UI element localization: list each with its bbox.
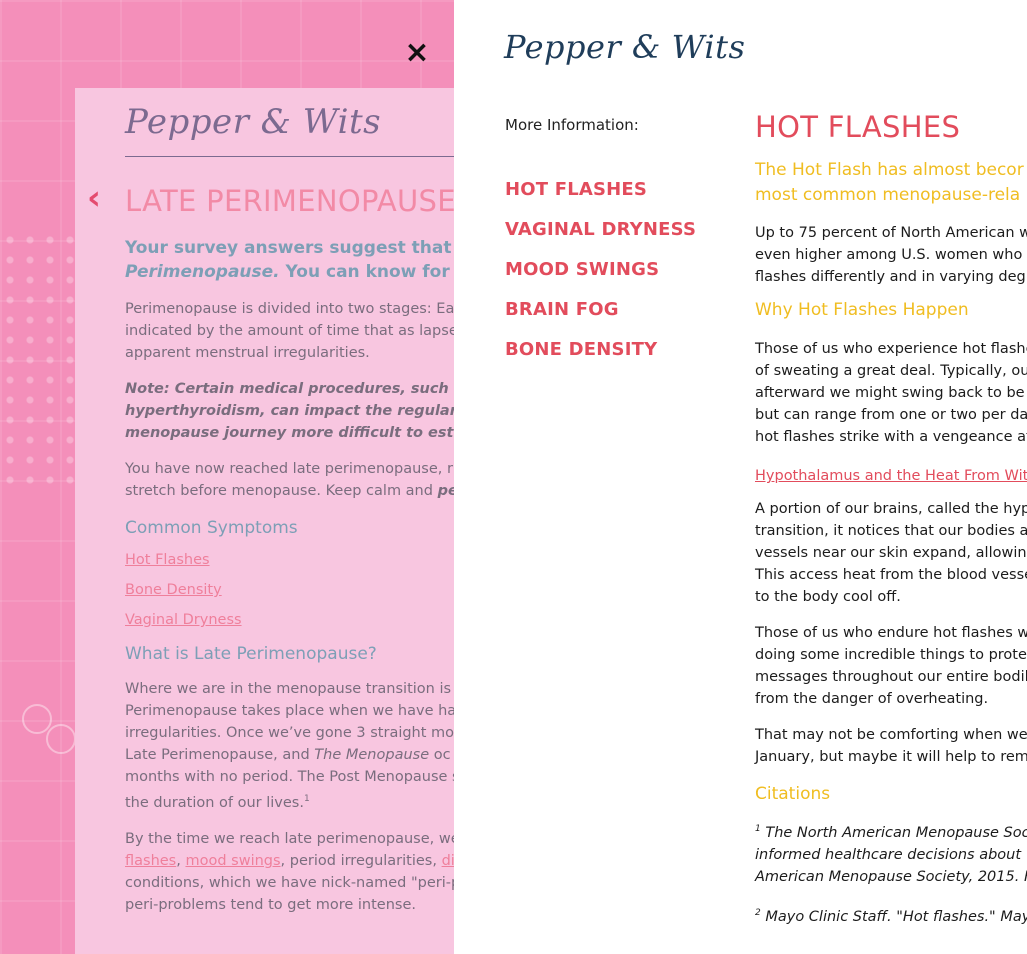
text-line: menopause journey more difficult to esti… [125,425,454,441]
why-heading: Why Hot Flashes Happen [755,300,969,320]
link-hot-flashes[interactable]: flashes [125,853,176,869]
background-ring [22,704,52,734]
text-italic: pe [437,483,454,499]
article-paragraph: Those of us who experience hot flashe of… [755,338,1027,448]
text-line: vessels near our skin expand, allowing [755,545,1027,561]
card-lead-line: Your survey answers suggest that you [125,238,454,258]
panel-logo: Pepper & Wits [504,28,746,66]
text-line: Where we are in the menopause transition… [125,681,454,697]
card-paragraph: Where we are in the menopause transition… [125,678,454,814]
text-line: apparent menstrual irregularities. [125,345,370,361]
text-line: This access heat from the blood vesse [755,567,1027,583]
text-line: stretch before menopause. Keep calm and [125,483,438,499]
text-line: peri-problems tend to get more intense. [125,896,416,913]
text-line: indicated by the amount of time that as … [125,323,454,339]
close-icon[interactable]: × [402,38,432,68]
text-line: informed healthcare decisions about [755,846,1022,863]
citations-heading: Citations [755,784,831,804]
text-line: months with no period. The Post Menopaus… [125,769,454,785]
text-line: oc [429,747,451,763]
text-line: You have now reached late perimenopause,… [125,461,453,477]
card-lead-italic: Perimenopause. [125,262,280,282]
text-line: afterward we might swing back to be [755,385,1025,401]
text-line: even higher among U.S. women who [755,247,1023,263]
text-line: That may not be comforting when we [755,727,1027,743]
citation: 2 Mayo Clinic Staff. "Hot flashes." May [755,902,1027,928]
text-line: By the time we reach late perimenopause,… [125,830,454,847]
symptom-link-hot-flashes[interactable]: Hot Flashes [125,552,454,568]
article-paragraph: Up to 75 percent of North American w eve… [755,222,1027,288]
text-line: flashes differently and in varying deg [755,269,1026,285]
text-line: of sweating a great deal. Typically, ou [755,363,1027,379]
citation-sup: 1 [303,794,310,804]
text-line: Those of us who endure hot flashes w [755,625,1027,641]
text-line: the duration of our lives. [125,794,304,811]
card-note: Note: Certain medical procedures, such a… [125,378,454,444]
article-paragraph: A portion of our brains, called the hyp … [755,498,1027,608]
text-line: , period irregularities, [280,852,442,869]
text-line: irregularities. Once we’ve gone 3 straig… [125,725,454,741]
nav-brain-fog[interactable]: BRAIN FOG [505,298,696,338]
symptom-link-vaginal-dryness[interactable]: Vaginal Dryness [125,612,454,628]
article-lead: The Hot Flash has almost becor most comm… [755,158,1027,208]
link-mood-swings[interactable]: mood swings [185,853,280,869]
background-dots [0,230,80,490]
nav-vaginal-dryness[interactable]: VAGINAL DRYNESS [505,218,696,258]
card-paragraph: You have now reached late perimenopause,… [125,458,454,502]
chevron-left-icon[interactable]: ‹ [87,178,101,218]
article-title: HOT FLASHES [755,110,961,144]
card-paragraph: Perimenopause is divided into two stages… [125,298,454,364]
card-lead-rest: You can know for sur [285,262,454,282]
text-line: A portion of our brains, called the hyp [755,501,1027,517]
text-italic: The Menopause [314,747,430,763]
info-panel: Pepper & Wits More Information: HOT FLAS… [454,0,1027,954]
survey-result-card: Pepper & Wits ‹ LATE PERIMENOPAUSE Your … [75,88,454,954]
citation-number: 1 [755,824,761,834]
text-line: hot flashes strike with a vengeance at [755,429,1027,445]
text-line: but can range from one or two per da [755,407,1027,423]
text-line: Up to 75 percent of North American w [755,225,1027,241]
text-line: Note: Certain medical procedures, such a… [125,381,454,397]
text-line: hyperthyroidism, can impact the regulari… [125,403,454,419]
text-line: Late Perimenopause, and [125,747,315,763]
card-lead: Your survey answers suggest that you Per… [125,236,454,284]
text-line: Perimenopause is divided into two stages… [125,301,454,317]
nav-hot-flashes[interactable]: HOT FLASHES [505,178,696,218]
card-paragraph: By the time we reach late perimenopause,… [125,828,454,916]
hypothalamus-link[interactable]: Hypothalamus and the Heat From Wit [755,468,1027,484]
divider [125,156,454,157]
text-line: transition, it notices that our bodies a… [755,523,1027,539]
background-ring [46,724,76,754]
card-logo: Pepper & Wits [125,102,382,142]
more-info-label: More Information: [505,116,639,134]
text-line: messages throughout our entire bodil [755,669,1027,685]
nav-bone-density[interactable]: BONE DENSITY [505,338,696,378]
text-line: American Menopause Society, 2015. F [755,868,1027,885]
article: HOT FLASHES The Hot Flash has almost bec… [755,110,1027,928]
symptom-link-bone-density[interactable]: Bone Density [125,582,454,598]
text-line: most common menopause-rela [755,185,1021,205]
citation-number: 2 [755,907,761,918]
text-line: The North American Menopause Soc [765,824,1027,841]
article-paragraph: Those of us who endure hot flashes w doi… [755,622,1027,710]
text-line: The Hot Flash has almost becor [755,160,1024,180]
text-line: Mayo Clinic Staff. "Hot flashes." May [765,908,1027,925]
card-title: LATE PERIMENOPAUSE [125,184,454,218]
what-heading: What is Late Perimenopause? [125,644,377,664]
text-line: Perimenopause takes place when we have h… [125,703,454,719]
text-line: Those of us who experience hot flashe [755,341,1027,357]
text-line: conditions, which we have nick-named "pe… [125,874,454,891]
text-line: to the body cool off. [755,589,901,605]
topic-nav: HOT FLASHES VAGINAL DRYNESS MOOD SWINGS … [505,178,696,378]
text-line: from the danger of overheating. [755,691,989,707]
nav-mood-swings[interactable]: MOOD SWINGS [505,258,696,298]
text-line: January, but maybe it will help to rem [755,749,1027,765]
link-truncated[interactable]: di [442,853,454,869]
article-paragraph: That may not be comforting when we Janua… [755,724,1027,768]
symptoms-heading: Common Symptoms [125,518,298,538]
citation: 1 The North American Menopause Soc infor… [755,818,1027,888]
text-line: doing some incredible things to prote [755,647,1027,663]
